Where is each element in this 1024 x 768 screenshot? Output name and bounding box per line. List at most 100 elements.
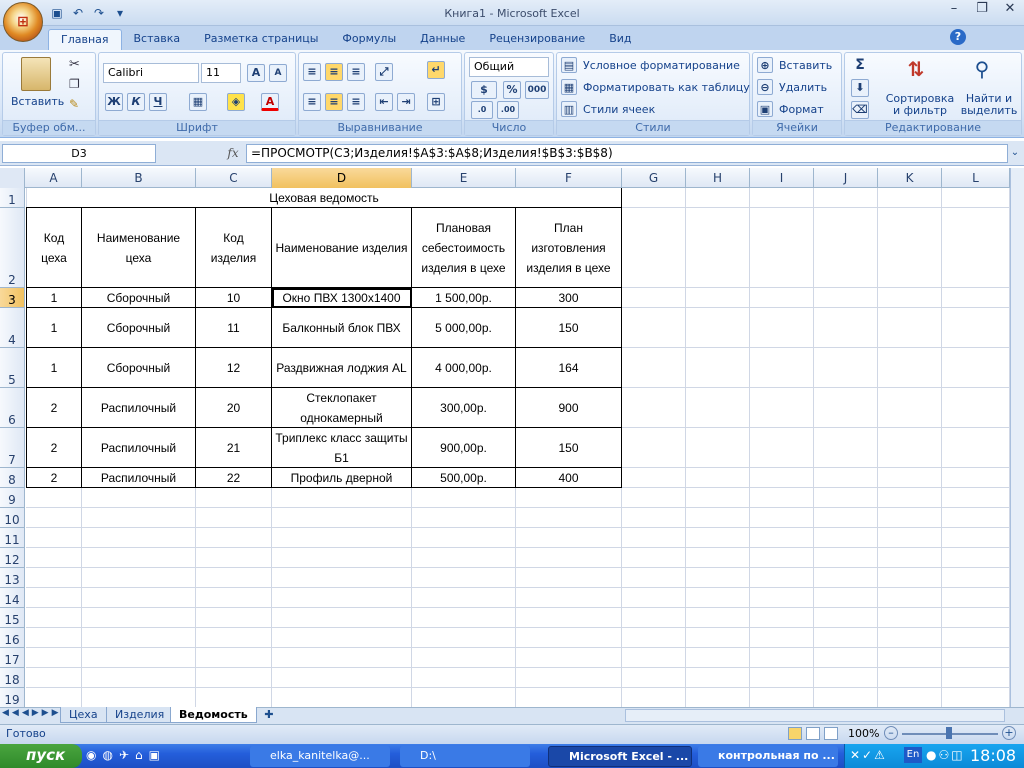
empty-cell[interactable] — [878, 548, 942, 568]
empty-cell[interactable] — [412, 528, 516, 548]
row-header-2[interactable]: 2 — [0, 208, 25, 288]
table-cell[interactable]: Распилочный — [82, 428, 196, 468]
office-button[interactable]: ⊞ — [3, 2, 43, 42]
row-header-17[interactable]: 17 — [0, 648, 25, 668]
paste-button[interactable]: Вставить — [11, 95, 64, 108]
empty-cell[interactable] — [622, 348, 686, 388]
align-center-icon[interactable]: ≡ — [325, 93, 343, 111]
empty-cell[interactable] — [412, 648, 516, 668]
restore-icon[interactable]: ❐ — [968, 0, 996, 20]
empty-cell[interactable] — [878, 288, 942, 308]
empty-cell[interactable] — [196, 628, 272, 648]
table-cell[interactable]: Профиль дверной — [272, 468, 412, 488]
table-cell[interactable]: 500,00р. — [412, 468, 516, 488]
empty-cell[interactable] — [622, 488, 686, 508]
empty-cell[interactable] — [814, 288, 878, 308]
empty-cell[interactable] — [878, 348, 942, 388]
empty-cell[interactable] — [622, 688, 686, 708]
empty-cell[interactable] — [878, 468, 942, 488]
expand-formula-icon[interactable]: ⌄ — [1008, 144, 1022, 163]
empty-cell[interactable] — [750, 648, 814, 668]
format-cells-button[interactable]: Формат — [779, 103, 824, 116]
empty-cell[interactable] — [878, 188, 942, 208]
percent-button[interactable]: % — [503, 81, 521, 99]
empty-cell[interactable] — [942, 308, 1010, 348]
zoom-out-icon[interactable]: – — [884, 726, 898, 740]
empty-cell[interactable] — [814, 348, 878, 388]
currency-icon[interactable]: $ — [471, 81, 497, 99]
row-header-7[interactable]: 7 — [0, 428, 25, 468]
empty-cell[interactable] — [196, 508, 272, 528]
empty-cell[interactable] — [196, 548, 272, 568]
font-size-select[interactable]: 11 — [201, 63, 241, 83]
empty-cell[interactable] — [412, 488, 516, 508]
cut-icon[interactable]: ✂ — [69, 57, 80, 72]
column-header-k[interactable]: K — [878, 168, 942, 188]
taskbar-item-word[interactable]: контрольная по ... — [698, 746, 838, 767]
clear-icon[interactable]: ⌫ — [851, 101, 869, 119]
row-header-9[interactable]: 9 — [0, 488, 25, 508]
table-cell[interactable]: Балконный блок ПВХ — [272, 308, 412, 348]
empty-cell[interactable] — [412, 628, 516, 648]
empty-cell[interactable] — [272, 688, 412, 708]
empty-cell[interactable] — [622, 608, 686, 628]
borders-icon[interactable]: ▦ — [189, 93, 207, 111]
empty-cell[interactable] — [26, 568, 82, 588]
sort-filter-icon[interactable]: ⇅ — [901, 57, 931, 87]
underline-button[interactable]: Ч — [149, 93, 167, 111]
row-header-18[interactable]: 18 — [0, 668, 25, 688]
format-painter-icon[interactable]: ✎ — [69, 97, 79, 111]
empty-cell[interactable] — [196, 668, 272, 688]
fill-icon[interactable]: ⬇ — [851, 79, 869, 97]
empty-cell[interactable] — [622, 208, 686, 288]
empty-cell[interactable] — [82, 688, 196, 708]
empty-cell[interactable] — [82, 628, 196, 648]
row-header-13[interactable]: 13 — [0, 568, 25, 588]
empty-cell[interactable] — [878, 628, 942, 648]
decrease-indent-icon[interactable]: ⇤ — [375, 93, 393, 111]
empty-cell[interactable] — [196, 588, 272, 608]
column-header-c[interactable]: C — [196, 168, 272, 188]
empty-cell[interactable] — [942, 488, 1010, 508]
insert-cells-button[interactable]: Вставить — [779, 59, 832, 72]
empty-cell[interactable] — [82, 568, 196, 588]
zoom-level[interactable]: 100% — [848, 727, 879, 740]
minimize-icon[interactable]: – — [940, 0, 968, 20]
empty-cell[interactable] — [814, 388, 878, 428]
empty-cell[interactable] — [814, 428, 878, 468]
empty-cell[interactable] — [750, 208, 814, 288]
table-cell[interactable]: 164 — [516, 348, 622, 388]
empty-cell[interactable] — [516, 648, 622, 668]
empty-cell[interactable] — [26, 608, 82, 628]
page-break-view-icon[interactable] — [824, 727, 838, 740]
empty-cell[interactable] — [196, 648, 272, 668]
table-cell[interactable]: Сборочный — [82, 308, 196, 348]
format-as-table-button[interactable]: Форматировать как таблицу — [583, 81, 750, 94]
empty-cell[interactable] — [942, 528, 1010, 548]
empty-cell[interactable] — [750, 288, 814, 308]
sheet-tab-izdeliya[interactable]: Изделия — [106, 707, 174, 723]
row-header-19[interactable]: 19 — [0, 688, 25, 708]
empty-cell[interactable] — [750, 588, 814, 608]
page-layout-view-icon[interactable] — [806, 727, 820, 740]
empty-cell[interactable] — [814, 188, 878, 208]
empty-cell[interactable] — [196, 568, 272, 588]
increase-decimal-icon[interactable]: .0 — [471, 101, 493, 119]
table-cell[interactable]: 4 000,00р. — [412, 348, 516, 388]
column-header-e[interactable]: E — [412, 168, 516, 188]
empty-cell[interactable] — [686, 588, 750, 608]
active-cell[interactable]: Окно ПВХ 1300х1400 — [272, 288, 412, 308]
italic-button[interactable]: К — [127, 93, 145, 111]
empty-cell[interactable] — [622, 508, 686, 528]
empty-cell[interactable] — [82, 508, 196, 528]
empty-cell[interactable] — [26, 548, 82, 568]
table-header-cell[interactable]: Наименование цеха — [82, 208, 196, 288]
empty-cell[interactable] — [814, 628, 878, 648]
empty-cell[interactable] — [272, 628, 412, 648]
row-header-6[interactable]: 6 — [0, 388, 25, 428]
empty-cell[interactable] — [686, 208, 750, 288]
empty-cell[interactable] — [82, 528, 196, 548]
empty-cell[interactable] — [196, 688, 272, 708]
sort-filter-button[interactable]: Сортировка и фильтр — [881, 93, 959, 117]
table-cell[interactable]: 150 — [516, 308, 622, 348]
